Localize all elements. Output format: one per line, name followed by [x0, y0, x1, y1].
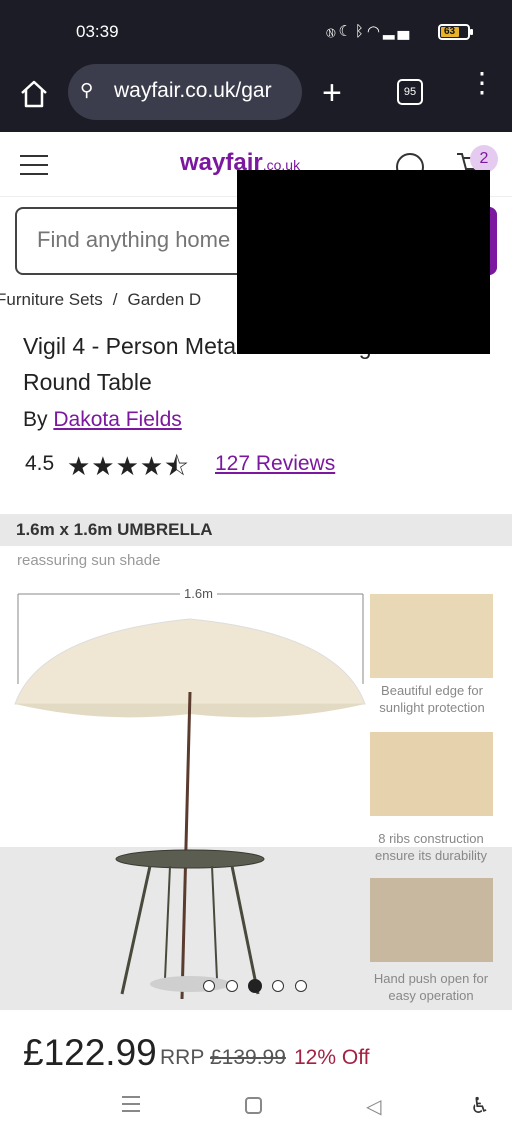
was-price: £139.99 [210, 1046, 286, 1069]
umbrella-table-image [14, 593, 366, 1000]
status-bar: 03:39 Ⓝ☾ᛒ◠▂▄ 63 [0, 0, 512, 64]
edge-detail-image [370, 594, 493, 678]
accessibility-icon[interactable]: ♿ [470, 1094, 490, 1119]
browser-toolbar: ⚲ wayfair.co.uk/gar + 95 ⋮ [0, 64, 512, 132]
hamburger-menu-icon[interactable] [20, 155, 48, 175]
moon-icon: ☾ [338, 22, 355, 40]
brand-link[interactable]: Dakota Fields [53, 408, 181, 431]
tab-switcher-button[interactable]: 95 [397, 79, 423, 105]
gallery-heading: 1.6m x 1.6m UMBRELLA [16, 520, 213, 539]
product-brand: By Dakota Fields [23, 408, 182, 432]
signal-icon: ▂▄ [382, 22, 412, 40]
recent-apps-icon[interactable] [122, 1096, 140, 1114]
image-caption: 8 ribs construction ensure its durabilit… [375, 831, 487, 863]
rating-value: 4.5 [25, 452, 55, 475]
carousel-dot-active[interactable] [248, 979, 262, 993]
new-tab-button[interactable]: + [322, 74, 342, 113]
status-icons: Ⓝ☾ᛒ◠▂▄ [326, 22, 412, 40]
push-open-detail-image [370, 878, 493, 962]
carousel-dot[interactable] [203, 980, 215, 992]
discount-label: 12% Off [294, 1046, 370, 1069]
browser-menu-icon[interactable]: ⋮ [468, 69, 496, 97]
battery-level: 63 [444, 26, 456, 37]
url-text[interactable]: wayfair.co.uk/gar [114, 79, 294, 103]
bluetooth-icon: ᛒ [354, 22, 367, 40]
price-bar: £122.99 RRP £139.99 12% Off [0, 1010, 512, 1084]
image-caption: Beautiful edge for sunlight protection [379, 683, 485, 715]
breadcrumb-item[interactable]: Furniture Sets [0, 290, 103, 310]
gallery-subheading: reassuring sun shade [17, 552, 161, 569]
sale-price: £122.99 [23, 1032, 157, 1073]
system-home-icon[interactable] [245, 1097, 262, 1114]
dimension-label: 1.6m [180, 586, 217, 601]
back-icon[interactable]: ◁ [366, 1094, 381, 1118]
home-icon[interactable] [18, 78, 50, 110]
rrp-label: RRP [160, 1046, 205, 1069]
status-time: 03:39 [76, 22, 119, 41]
redaction-overlay [237, 170, 490, 354]
battery-icon: 63 [438, 24, 473, 40]
carousel-dot[interactable] [272, 980, 284, 992]
wifi-icon: ◠ [366, 22, 383, 40]
nfc-icon: Ⓝ [326, 22, 339, 40]
carousel-dot[interactable] [295, 980, 307, 992]
breadcrumb-item[interactable]: Garden D [128, 290, 202, 310]
url-bar[interactable]: ⚲ wayfair.co.uk/gar [68, 64, 302, 120]
product-image-carousel[interactable]: 1.6m x 1.6m UMBRELLA reassuring sun shad… [0, 514, 512, 1010]
system-nav-bar: ◁ ♿ [0, 1084, 512, 1138]
image-caption: Hand push open for easy operation [373, 971, 489, 1003]
by-label: By [23, 408, 48, 431]
ribs-detail-image [370, 732, 493, 816]
cart-count-badge[interactable]: 2 [470, 145, 498, 173]
carousel-dot[interactable] [226, 980, 238, 992]
star-rating-icon: ★★★★⯪ [67, 451, 190, 481]
site-settings-icon[interactable]: ⚲ [80, 80, 93, 101]
reviews-link[interactable]: 127 Reviews [215, 452, 335, 476]
